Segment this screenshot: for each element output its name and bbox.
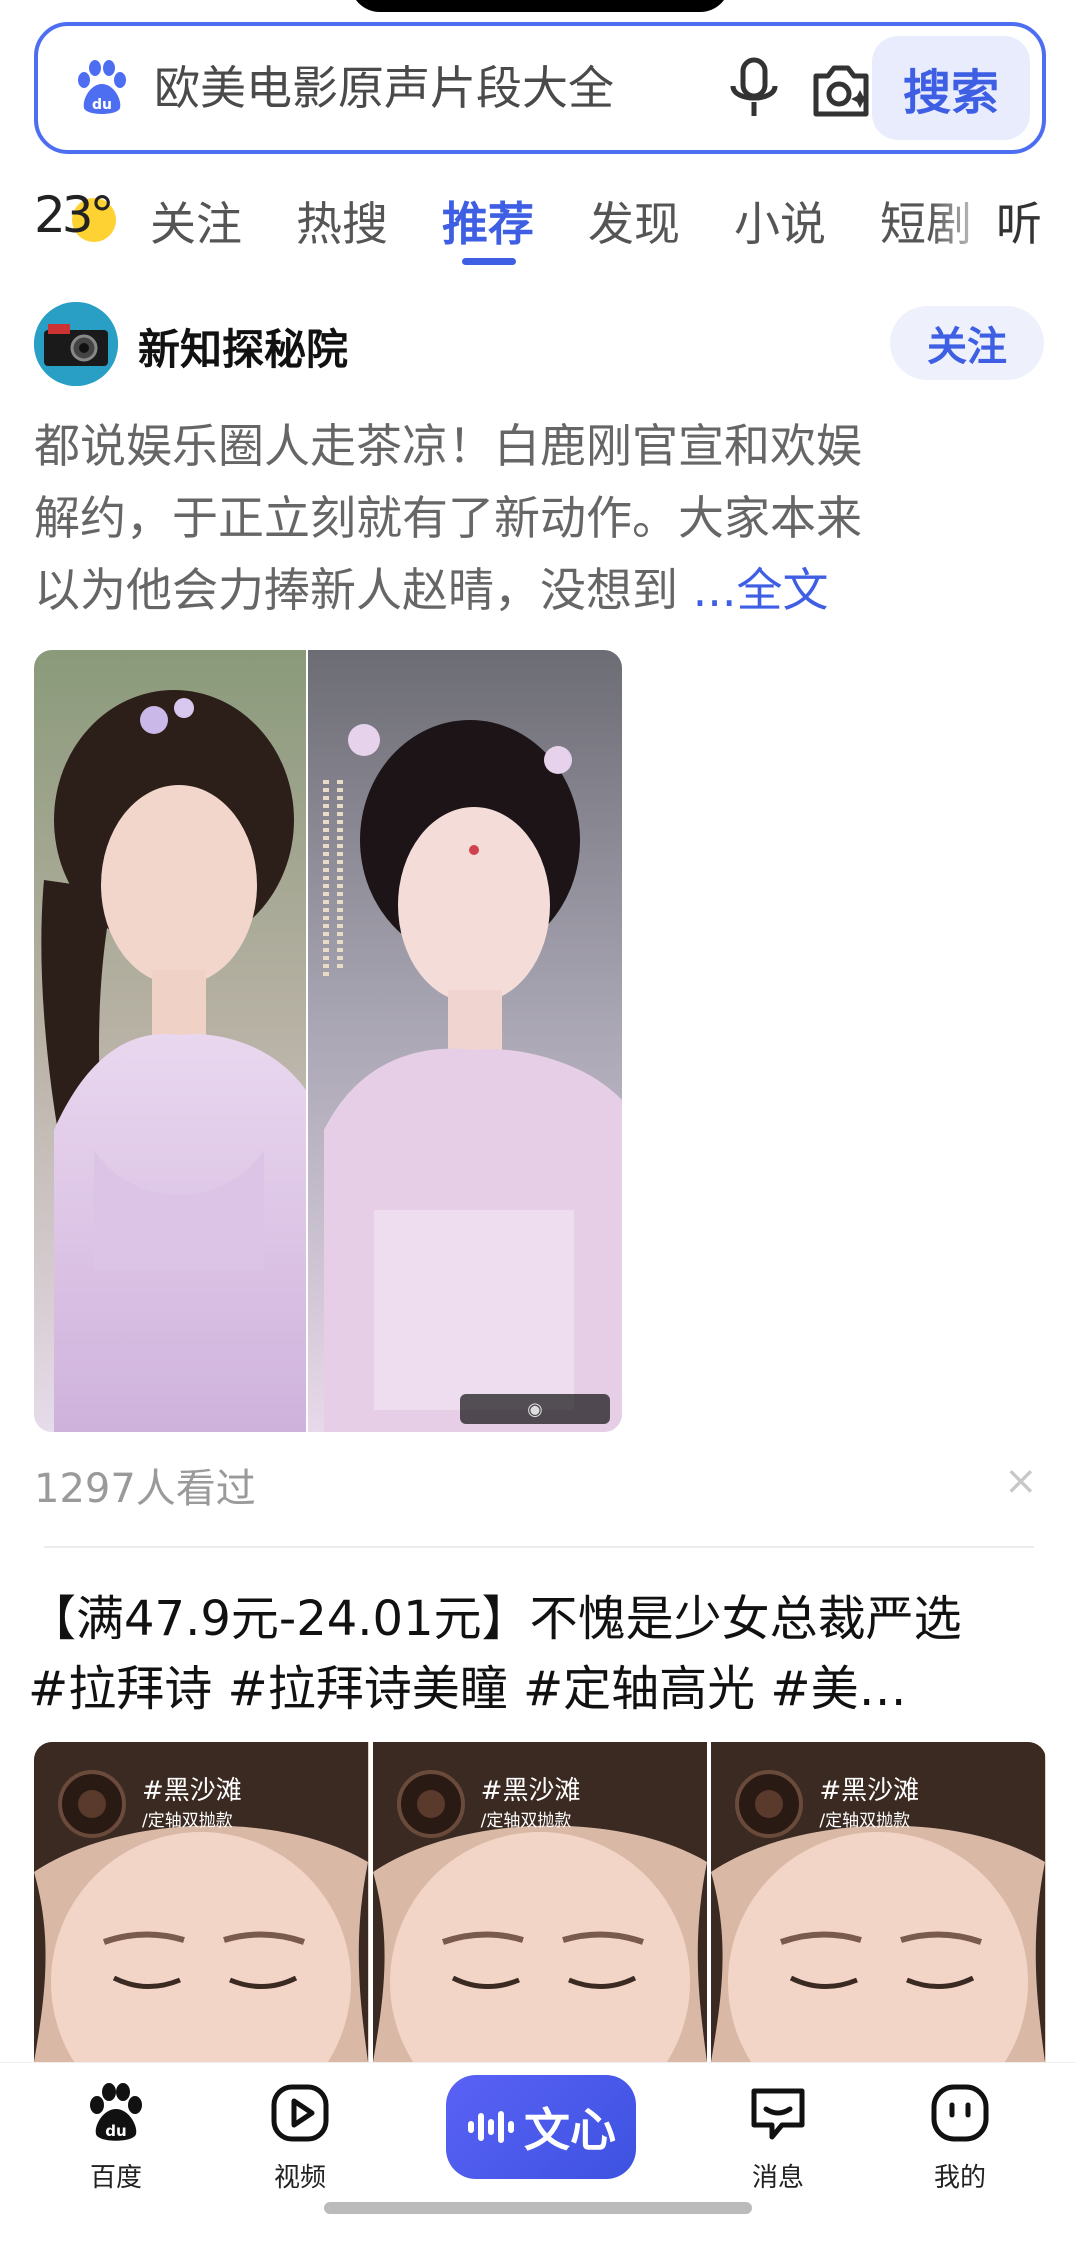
feed-tab-bar: 23° 关注 热搜 推荐 发现 小说 短剧 听 — [0, 178, 1076, 268]
nav-messages-label: 消息 — [751, 2163, 804, 2193]
nav-home[interactable]: du 百度 — [56, 2081, 176, 2194]
nav-video-label: 视频 — [273, 2163, 326, 2193]
tab-hot-search[interactable]: 热搜 — [296, 188, 388, 254]
baidu-paw-icon: du — [90, 2083, 142, 2141]
listen-button[interactable]: 听 — [996, 188, 1042, 254]
search-bar[interactable]: du 搜索 — [34, 22, 1046, 154]
ad-thumb-tag: #黑沙滩/定轴双抛款 — [480, 1776, 581, 1831]
full-text-link[interactable]: ...全文 — [693, 563, 829, 617]
nav-messages[interactable]: 消息 — [718, 2081, 838, 2194]
post-image[interactable]: ◉ — [34, 650, 622, 1432]
bottom-navigation: du 百度 视频 文心 消息 我的 — [0, 2062, 1076, 2244]
ad-thumbnail[interactable]: #黑沙滩/定轴双抛款 — [372, 1742, 708, 2062]
view-count: 1297人看过 — [34, 1466, 256, 1512]
ad-thumb-tag: #黑沙滩/定轴双抛款 — [819, 1776, 920, 1831]
chat-bubble-icon — [751, 2088, 805, 2140]
post-text-line: 解约，于正立刻就有了新动作。大家本来 — [34, 491, 862, 545]
tab-discover[interactable]: 发现 — [588, 188, 680, 254]
ad-thumbnail[interactable]: #黑沙滩/定轴双抛款 — [711, 1742, 1046, 2062]
microphone-icon[interactable] — [726, 56, 782, 122]
ad-title-line: 【满47.9元-24.01元】不愧是少女总裁严选 — [28, 1591, 962, 1647]
tab-novel[interactable]: 小说 — [734, 188, 826, 254]
author-name[interactable]: 新知探秘院 — [138, 316, 348, 377]
camera-avatar-icon — [34, 302, 118, 386]
ad-thumbnail[interactable]: #黑沙滩/定轴双抛款 — [34, 1742, 369, 2062]
search-input[interactable] — [154, 60, 694, 116]
search-button[interactable]: 搜索 — [872, 36, 1030, 140]
nav-home-label: 百度 — [89, 2163, 142, 2193]
play-icon — [271, 2084, 329, 2142]
wenxin-button[interactable]: 文心 — [446, 2075, 636, 2179]
post-text-line: 以为他会力捧新人赵晴，没想到 — [34, 563, 693, 617]
weather-temperature: 23° — [34, 186, 115, 244]
camera-search-icon[interactable] — [808, 60, 874, 120]
post-text-line: 都说娱乐圈人走茶凉！白鹿刚官宣和欢娱 — [34, 419, 862, 473]
tab-follow[interactable]: 关注 — [150, 188, 242, 254]
follow-button[interactable]: 关注 — [890, 306, 1044, 380]
waveform-icon — [468, 2111, 514, 2143]
ad-title-line: #拉拜诗 #拉拜诗美瞳 #定轴高光 #美… — [28, 1661, 907, 1717]
close-icon[interactable]: × — [1004, 1458, 1038, 1504]
image-watermark: ◉ — [460, 1394, 610, 1424]
nav-profile[interactable]: 我的 — [900, 2081, 1020, 2194]
nav-profile-label: 我的 — [933, 2163, 986, 2193]
ad-thumb-tag: #黑沙滩/定轴双抛款 — [142, 1776, 242, 1831]
profile-face-icon — [931, 2084, 989, 2142]
post-summary[interactable]: 都说娱乐圈人走茶凉！白鹿刚官宣和欢娱 解约，于正立刻就有了新动作。大家本来 以为… — [34, 410, 1044, 626]
weather-widget[interactable]: 23° — [34, 186, 124, 246]
avatar[interactable] — [34, 302, 118, 386]
home-indicator — [324, 2202, 752, 2214]
ad-image-grid[interactable]: #黑沙滩/定轴双抛款 #黑沙滩/定轴双抛款 #黑沙滩 /定轴双抛款 — [34, 1742, 1046, 2062]
post-photo — [34, 650, 622, 1432]
feed-divider — [44, 1546, 1034, 1548]
tab-recommend[interactable]: 推荐 — [442, 188, 534, 254]
svg-text:du: du — [105, 2122, 126, 2140]
svg-text:du: du — [92, 97, 112, 113]
camera-notch — [350, 0, 730, 12]
baidu-paw-icon: du — [78, 60, 126, 114]
tab-fade-overlay — [930, 178, 1000, 258]
nav-video[interactable]: 视频 — [240, 2081, 360, 2194]
active-tab-indicator — [462, 258, 516, 265]
ad-title[interactable]: 【满47.9元-24.01元】不愧是少女总裁严选 #拉拜诗 #拉拜诗美瞳 #定轴… — [28, 1584, 1048, 1724]
wenxin-label: 文心 — [524, 2103, 616, 2157]
